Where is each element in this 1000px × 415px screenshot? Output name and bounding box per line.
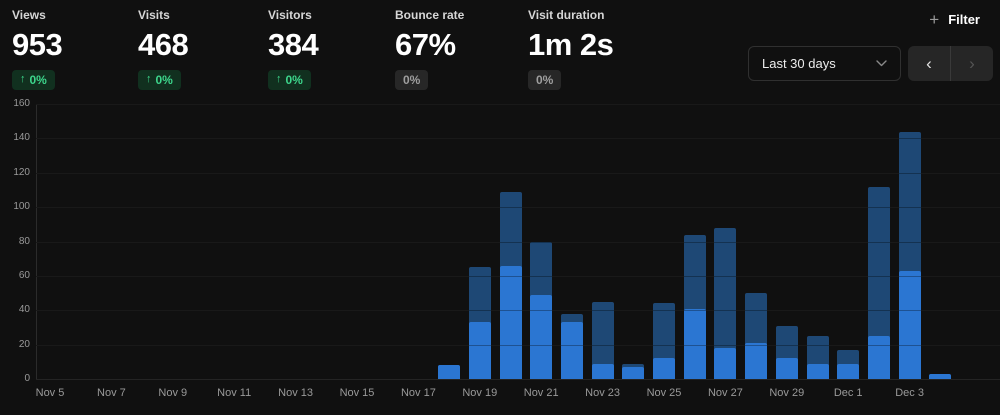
date-range-select[interactable]: Last 30 days: [748, 46, 901, 81]
stat-value: 384: [268, 27, 319, 62]
x-axis-tick-label: Dec 3: [895, 387, 924, 399]
x-axis-tick-label: Nov 11: [217, 387, 252, 399]
x-axis-tick-label: Nov 25: [646, 387, 682, 399]
bar-visitors[interactable]: [622, 366, 645, 379]
x-axis-tick-label: Nov 5: [35, 387, 65, 399]
gridline-overlay: [36, 138, 1000, 140]
stat-views: Views 953 ↑ 0%: [12, 6, 138, 90]
y-axis-tick-label: 20: [18, 338, 30, 350]
x-axis-tick-label: Nov 17: [400, 387, 436, 399]
stat-value: 953: [12, 27, 63, 62]
date-pager: ‹ ›: [908, 46, 993, 81]
bar-visitors[interactable]: [530, 294, 553, 379]
stat-value: 1m 2s: [528, 27, 614, 62]
plus-icon: +: [929, 10, 940, 29]
filter-button[interactable]: + Filter: [923, 10, 986, 29]
bar-visitors[interactable]: [806, 363, 829, 379]
y-axis-tick-label: 120: [13, 166, 30, 178]
stat-visit-duration: Visit duration 1m 2s 0%: [528, 6, 614, 90]
up-arrow-icon: ↑: [20, 73, 26, 86]
y-axis-tick-label: 160: [13, 98, 30, 109]
x-axis-tick-label: Nov 27: [707, 387, 743, 399]
bar-visitors[interactable]: [898, 270, 921, 379]
stat-value: 67%: [395, 27, 456, 62]
x-axis-tick-label: Nov 21: [523, 387, 559, 399]
prev-period-button[interactable]: ‹: [908, 46, 950, 81]
gridline-overlay: [36, 241, 1000, 243]
trend-badge: 0%: [395, 69, 429, 90]
bar-visitors[interactable]: [867, 336, 890, 379]
bar-visitors[interactable]: [560, 322, 583, 379]
stat-label: Views: [12, 8, 46, 22]
bar-visitors[interactable]: [745, 342, 768, 379]
bar-visitors[interactable]: [468, 322, 491, 379]
bar-visitors[interactable]: [714, 348, 737, 379]
trend-badge: ↑ 0%: [138, 69, 181, 90]
stat-label: Bounce rate: [395, 8, 465, 22]
trend-badge: ↑ 0%: [268, 69, 311, 90]
chevron-left-icon: ‹: [926, 54, 932, 73]
gridline: [36, 379, 1000, 380]
x-axis-tick-label: Nov 7: [97, 387, 126, 399]
bar-visitors[interactable]: [775, 358, 798, 379]
x-axis-tick-label: Nov 23: [585, 387, 621, 399]
y-axis-tick-label: 80: [18, 235, 30, 247]
y-axis-tick-label: 40: [18, 304, 30, 316]
stat-value: 468: [138, 27, 189, 62]
badge-value: 0%: [285, 72, 303, 87]
bar-visitors[interactable]: [837, 363, 860, 379]
gridline-overlay: [36, 207, 1000, 209]
y-axis-tick-label: 0: [24, 373, 30, 384]
stat-visitors: Visitors 384 ↑ 0%: [268, 6, 395, 90]
chevron-right-icon: ›: [969, 54, 975, 73]
chevron-down-icon: [876, 60, 887, 67]
y-axis-tick-label: 100: [13, 201, 30, 213]
gridline-overlay: [36, 172, 1000, 174]
stats-header: Views 953 ↑ 0% Visits 468 ↑ 0% Visitors 38…: [12, 6, 614, 90]
x-axis-tick-label: Nov 19: [462, 387, 498, 399]
stat-label: Visits: [138, 8, 170, 22]
stat-bounce-rate: Bounce rate 67% 0%: [395, 6, 528, 90]
y-axis-tick-label: 60: [18, 269, 30, 281]
x-axis-tick-label: Nov 9: [158, 387, 188, 399]
bar-visitors[interactable]: [591, 363, 614, 379]
gridline-overlay: [36, 310, 1000, 312]
y-axis-tick-label: 140: [13, 132, 30, 144]
x-axis-tick-label: Nov 29: [769, 387, 805, 399]
bar-visitors[interactable]: [438, 365, 461, 379]
gridline-overlay: [36, 344, 1000, 346]
up-arrow-icon: ↑: [276, 73, 282, 86]
badge-value: 0%: [29, 72, 47, 87]
stat-visits: Visits 468 ↑ 0%: [138, 6, 268, 90]
next-period-button[interactable]: ›: [951, 46, 993, 81]
filter-button-label: Filter: [948, 12, 980, 27]
bar-visitors[interactable]: [653, 358, 675, 379]
date-range-value: Last 30 days: [762, 56, 836, 71]
bar-visitors[interactable]: [929, 373, 952, 379]
stat-label: Visitors: [268, 8, 312, 22]
gridline-overlay: [36, 275, 1000, 277]
x-axis-tick-label: Nov 15: [339, 387, 375, 399]
x-axis-tick-label: Nov 13: [278, 387, 314, 399]
badge-value: 0%: [536, 72, 554, 87]
x-axis-tick-label: Dec 1: [833, 387, 863, 399]
bar-visitors[interactable]: [499, 265, 522, 379]
badge-value: 0%: [155, 72, 173, 87]
trend-badge: 0%: [528, 69, 562, 90]
gridline-overlay: [36, 104, 1000, 105]
up-arrow-icon: ↑: [146, 73, 152, 86]
trend-badge: ↑ 0%: [12, 69, 55, 90]
badge-value: 0%: [403, 72, 421, 87]
stat-label: Visit duration: [528, 8, 605, 22]
